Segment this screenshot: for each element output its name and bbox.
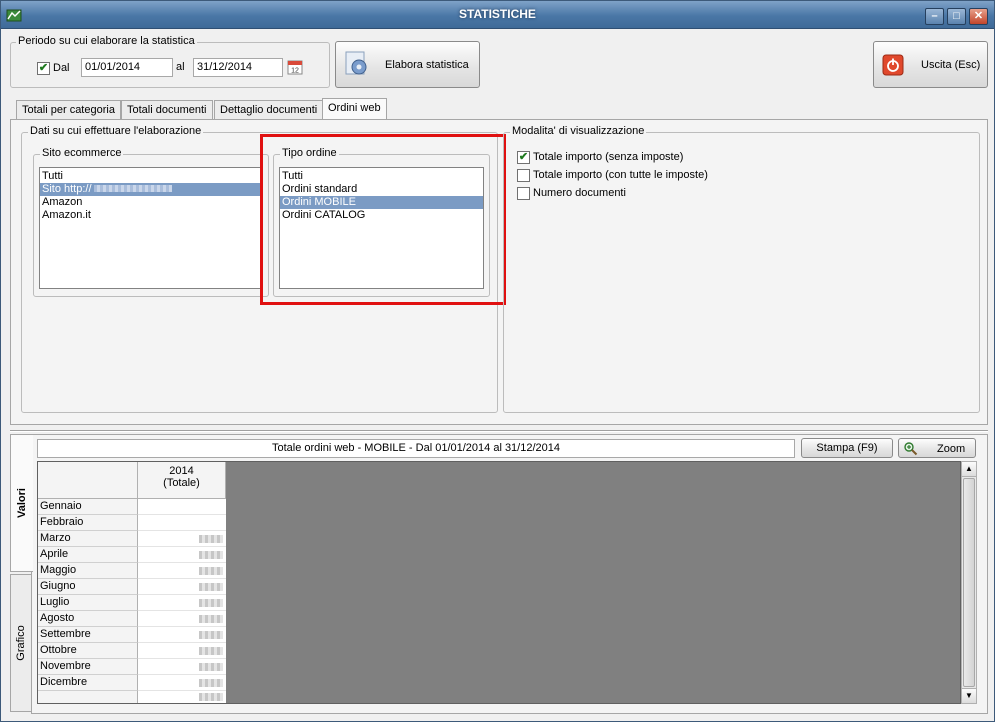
column-header-total: (Totale) xyxy=(163,477,200,489)
uscita-label: Uscita (Esc) xyxy=(921,59,981,71)
tab-totali-documenti[interactable]: Totali documenti xyxy=(121,100,213,119)
table-row[interactable]: Ottobre xyxy=(38,643,138,659)
table-row[interactable]: Novembre xyxy=(38,659,138,675)
modalita-legend: Modalita' di visualizzazione xyxy=(510,125,647,137)
numero-documenti-label: Numero documenti xyxy=(533,187,626,199)
list-item-selected[interactable]: Sito http:// xyxy=(40,183,262,196)
column-header-year: 2014 xyxy=(169,465,194,477)
table-cell[interactable] xyxy=(138,515,226,531)
totale-con-imposte-checkbox[interactable] xyxy=(517,169,530,182)
list-item[interactable]: Amazon.it xyxy=(40,209,262,222)
minimize-button[interactable]: – xyxy=(925,8,944,25)
table-cell[interactable] xyxy=(138,563,226,579)
sito-legend: Sito ecommerce xyxy=(40,147,124,159)
scroll-up-arrow-icon[interactable]: ▲ xyxy=(962,462,976,477)
results-caption: Totale ordini web - MOBILE - Dal 01/01/2… xyxy=(37,439,795,458)
tab-ordini-web[interactable]: Ordini web xyxy=(322,98,387,119)
zoom-button[interactable]: Zoom xyxy=(898,438,976,458)
vertical-scrollbar[interactable]: ▲ ▼ xyxy=(961,461,977,704)
table-cell[interactable] xyxy=(138,595,226,611)
table-cell[interactable] xyxy=(138,579,226,595)
tab-valori-label: Valori xyxy=(16,488,28,518)
gear-icon xyxy=(345,51,367,75)
close-button[interactable]: ✕ xyxy=(969,8,988,25)
table-cell[interactable] xyxy=(138,547,226,563)
maximize-button[interactable]: □ xyxy=(947,8,966,25)
sito-listbox[interactable]: Tutti Sito http:// Amazon Amazon.it xyxy=(39,167,263,289)
list-item[interactable]: Tutti xyxy=(40,170,262,183)
table-row-total[interactable] xyxy=(38,691,138,703)
power-icon xyxy=(882,54,904,76)
uscita-button[interactable]: Uscita (Esc) xyxy=(873,41,988,88)
dal-label: Dal xyxy=(53,62,70,74)
zoom-label: Zoom xyxy=(937,443,966,455)
dal-checkbox[interactable]: ✔ xyxy=(37,62,50,75)
list-item-label: Sito http:// xyxy=(42,183,92,195)
grid-corner xyxy=(38,462,138,499)
svg-text:12: 12 xyxy=(291,68,299,75)
period-legend: Periodo su cui elaborare la statistica xyxy=(16,35,197,47)
table-cell[interactable] xyxy=(138,659,226,675)
table-row[interactable]: Maggio xyxy=(38,563,138,579)
table-row[interactable]: Marzo xyxy=(38,531,138,547)
dati-legend: Dati su cui effettuare l'elaborazione xyxy=(28,125,204,137)
elabora-label: Elabora statistica xyxy=(385,59,469,71)
table-row[interactable]: Agosto xyxy=(38,611,138,627)
zoom-icon xyxy=(904,442,918,456)
tab-valori[interactable]: Valori xyxy=(10,434,33,572)
date-from-input[interactable]: 01/01/2014 xyxy=(81,58,173,77)
tab-totali-per-categoria[interactable]: Totali per categoria xyxy=(16,100,121,119)
totale-senza-imposte-label: Totale importo (senza imposte) xyxy=(533,151,684,163)
table-row[interactable]: Aprile xyxy=(38,547,138,563)
scroll-down-arrow-icon[interactable]: ▼ xyxy=(962,688,976,703)
table-cell[interactable] xyxy=(138,499,226,515)
al-label: al xyxy=(176,61,185,73)
calendar-icon[interactable]: 12 xyxy=(287,59,303,75)
window-title: STATISTICHE xyxy=(459,7,536,21)
column-header-2014[interactable]: 2014 (Totale) xyxy=(138,462,226,499)
table-cell[interactable] xyxy=(138,531,226,547)
tab-grafico[interactable]: Grafico xyxy=(10,574,32,712)
tab-dettaglio-documenti[interactable]: Dettaglio documenti xyxy=(214,100,324,119)
table-cell[interactable] xyxy=(138,627,226,643)
elabora-statistica-button[interactable]: Elabora statistica xyxy=(335,41,480,88)
scroll-thumb[interactable] xyxy=(963,478,975,687)
table-row[interactable]: Settembre xyxy=(38,627,138,643)
table-cell[interactable] xyxy=(138,611,226,627)
table-cell[interactable] xyxy=(138,643,226,659)
highlight-box xyxy=(260,134,506,305)
tab-grafico-label: Grafico xyxy=(15,625,27,661)
table-row[interactable]: Gennaio xyxy=(38,499,138,515)
table-row[interactable]: Dicembre xyxy=(38,675,138,691)
numero-documenti-checkbox[interactable] xyxy=(517,187,530,200)
statistiche-window: STATISTICHE – □ ✕ Periodo su cui elabora… xyxy=(0,0,995,722)
results-grid[interactable]: 2014 (Totale) Gennaio Febbraio Marzo Apr… xyxy=(37,461,961,704)
totale-con-imposte-label: Totale importo (con tutte le imposte) xyxy=(533,169,708,181)
title-bar[interactable]: STATISTICHE – □ ✕ xyxy=(1,1,994,29)
table-cell-total[interactable] xyxy=(138,691,226,703)
totale-senza-imposte-checkbox[interactable]: ✔ xyxy=(517,151,530,164)
table-cell[interactable] xyxy=(138,675,226,691)
table-row[interactable]: Giugno xyxy=(38,579,138,595)
list-item[interactable]: Amazon xyxy=(40,196,262,209)
table-row[interactable]: Febbraio xyxy=(38,515,138,531)
separator xyxy=(10,430,988,432)
date-to-input[interactable]: 31/12/2014 xyxy=(193,58,283,77)
stampa-button[interactable]: Stampa (F9) xyxy=(801,438,893,458)
table-row[interactable]: Luglio xyxy=(38,595,138,611)
